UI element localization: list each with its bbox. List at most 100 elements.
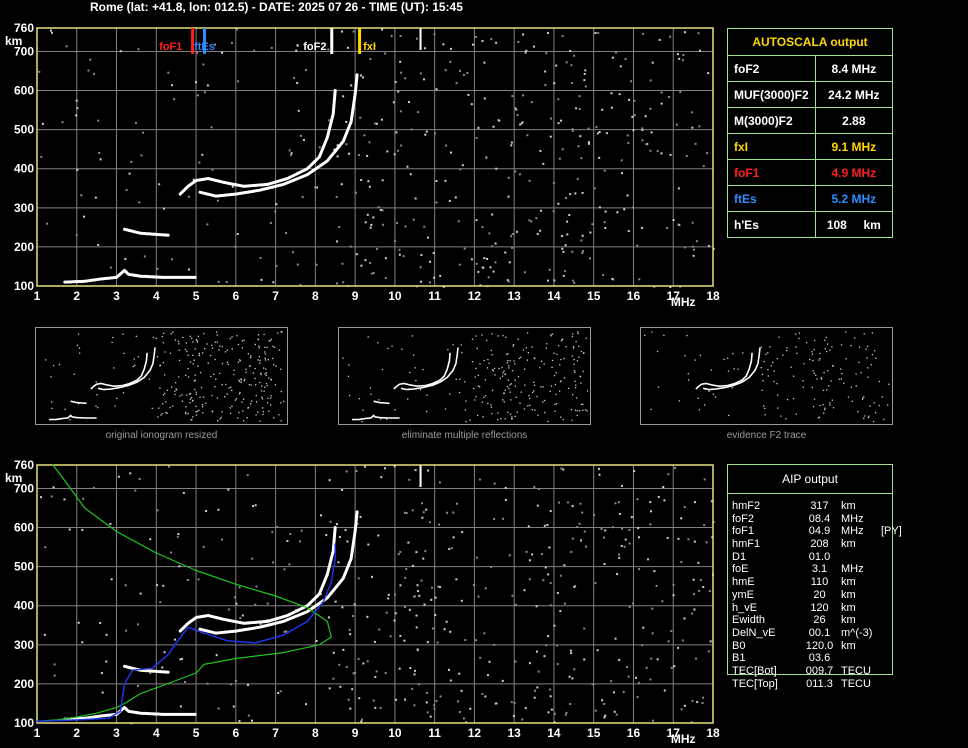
noise-dot bbox=[266, 402, 269, 404]
noise-dot bbox=[187, 413, 189, 415]
thumbnail-caption: original ionogram resized bbox=[105, 430, 218, 441]
noise-dot bbox=[494, 702, 497, 705]
noise-dot bbox=[811, 353, 814, 355]
noise-dot bbox=[520, 356, 522, 358]
noise-dot bbox=[812, 360, 814, 362]
noise-dot bbox=[452, 344, 454, 346]
marker-label: foF1 bbox=[159, 41, 182, 53]
x-tick-label: 14 bbox=[547, 289, 561, 303]
noise-dot bbox=[200, 386, 203, 389]
aip-label: B0 bbox=[732, 639, 746, 652]
noise-dot bbox=[370, 393, 372, 395]
noise-dot bbox=[327, 616, 330, 619]
noise-dot bbox=[610, 106, 613, 109]
noise-dot bbox=[370, 272, 373, 275]
noise-dot bbox=[264, 373, 266, 375]
noise-dot bbox=[69, 419, 71, 421]
noise-dot bbox=[556, 353, 558, 355]
x-tick-label: 6 bbox=[232, 726, 239, 740]
noise-dot bbox=[560, 467, 563, 470]
noise-dot bbox=[290, 152, 293, 155]
noise-dot bbox=[178, 343, 180, 345]
noise-dot bbox=[576, 414, 578, 417]
noise-dot bbox=[175, 389, 178, 391]
noise-dot bbox=[448, 547, 451, 550]
noise-dot bbox=[495, 167, 498, 170]
noise-dot bbox=[246, 417, 248, 419]
noise-dot bbox=[452, 536, 455, 539]
noise-dot bbox=[434, 132, 437, 135]
noise-dot bbox=[256, 401, 258, 403]
noise-dot bbox=[478, 386, 481, 388]
noise-dot bbox=[425, 691, 428, 694]
noise-dot bbox=[245, 368, 247, 370]
noise-dot bbox=[530, 101, 533, 104]
y-tick-label: 100 bbox=[14, 716, 34, 730]
noise-dot bbox=[508, 554, 511, 557]
noise-dot bbox=[98, 151, 101, 154]
noise-dot bbox=[123, 352, 125, 355]
noise-dot bbox=[547, 420, 549, 423]
noise-dot bbox=[421, 502, 424, 505]
noise-dot bbox=[663, 689, 666, 692]
noise-dot bbox=[561, 247, 564, 250]
noise-dot bbox=[490, 406, 493, 408]
noise-dot bbox=[458, 672, 461, 675]
noise-dot bbox=[737, 368, 739, 370]
noise-dot bbox=[809, 358, 811, 361]
noise-dot bbox=[697, 32, 700, 35]
noise-dot bbox=[171, 386, 173, 388]
noise-dot bbox=[677, 537, 680, 540]
grid bbox=[36, 465, 714, 724]
noise-dot bbox=[471, 360, 474, 363]
noise-dot bbox=[316, 186, 319, 189]
noise-dot bbox=[369, 261, 372, 264]
noise-dot bbox=[762, 380, 764, 382]
x-tick-label: 4 bbox=[153, 726, 160, 740]
noise-dot bbox=[653, 570, 656, 573]
noise-dot bbox=[347, 375, 350, 377]
noise-dot bbox=[285, 630, 288, 633]
noise-dot bbox=[594, 582, 597, 585]
aip-value: 011.3 bbox=[806, 677, 833, 690]
noise-dot bbox=[669, 153, 672, 156]
noise-dot bbox=[122, 333, 124, 335]
noise-dot bbox=[547, 573, 550, 576]
noise-dot bbox=[649, 79, 652, 82]
aip-value: 208 bbox=[810, 538, 829, 551]
noise-dot bbox=[769, 346, 771, 348]
noise-dot bbox=[275, 203, 278, 206]
noise-dot bbox=[858, 346, 861, 348]
aip-label: foE bbox=[732, 563, 749, 576]
noise-dot bbox=[828, 385, 830, 387]
noise-dot bbox=[420, 579, 423, 582]
autoscala-label: foF1 bbox=[728, 159, 816, 186]
noise-dot bbox=[337, 561, 340, 564]
noise-dot bbox=[117, 475, 120, 478]
noise-dot bbox=[234, 679, 237, 682]
noise-dot bbox=[577, 331, 579, 333]
noise-dot bbox=[160, 414, 162, 416]
noise-dot bbox=[822, 389, 825, 392]
noise-dot bbox=[259, 381, 261, 384]
noise-dot bbox=[472, 584, 475, 587]
noise-dot bbox=[394, 409, 396, 411]
noise-dot bbox=[206, 343, 208, 345]
noise-dot bbox=[77, 333, 80, 335]
noise-dot bbox=[792, 375, 795, 377]
noise-dot bbox=[596, 649, 599, 652]
noise-dot bbox=[195, 414, 198, 416]
noise-dot bbox=[403, 639, 406, 642]
noise-dot bbox=[151, 407, 153, 409]
aip-row: D1 01.0 bbox=[732, 551, 932, 564]
noise-dot bbox=[813, 372, 815, 374]
noise-dot bbox=[583, 72, 586, 75]
noise-dot bbox=[265, 374, 267, 377]
noise-dot bbox=[558, 157, 561, 160]
noise-dot bbox=[795, 333, 797, 335]
noise-dot bbox=[475, 262, 478, 265]
x-tick-label: 14 bbox=[547, 726, 561, 740]
noise-dot bbox=[572, 279, 575, 282]
noise-dot bbox=[247, 407, 249, 409]
x-tick-label: 2 bbox=[73, 726, 80, 740]
